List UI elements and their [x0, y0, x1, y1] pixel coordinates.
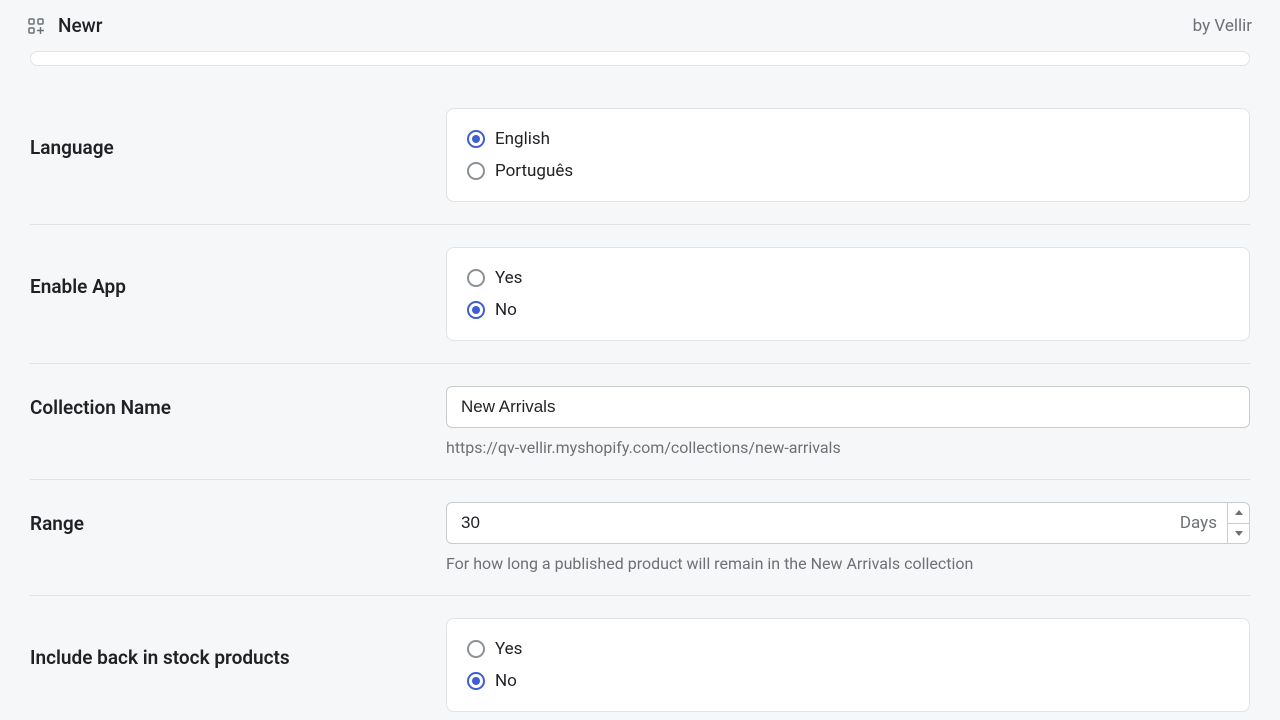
- radio-enable-yes[interactable]: Yes: [467, 268, 1229, 288]
- section-enable-app: Enable App Yes No: [30, 247, 1250, 341]
- radio-indicator-icon: [467, 672, 485, 690]
- stepper-up-button[interactable]: [1228, 503, 1249, 524]
- radio-label: No: [495, 300, 517, 320]
- section-back-in-stock: Include back in stock products Yes No: [30, 618, 1250, 712]
- radio-group-enable-app: Yes No: [467, 268, 1229, 320]
- divider: [30, 224, 1250, 225]
- previous-card-bottom: [30, 51, 1250, 66]
- card-enable-app: Yes No: [446, 247, 1250, 341]
- app-header: Newr by Vellir: [0, 0, 1280, 51]
- stepper-down-button[interactable]: [1228, 524, 1249, 544]
- section-label-enable-app: Enable App: [30, 247, 446, 298]
- app-byline: by Vellir: [1193, 16, 1252, 36]
- collection-url-text: https://qv-vellir.myshopify.com/collecti…: [446, 438, 1250, 457]
- radio-indicator-icon: [467, 130, 485, 148]
- section-range: Range Days For how long a published prod…: [30, 502, 1250, 573]
- radio-indicator-icon: [467, 269, 485, 287]
- range-stepper: [1227, 503, 1249, 543]
- app-title: Newr: [58, 14, 102, 37]
- range-suffix: Days: [1169, 503, 1227, 543]
- radio-label: Yes: [495, 639, 522, 659]
- section-label-collection-name: Collection Name: [30, 386, 446, 419]
- chevron-down-icon: [1235, 531, 1243, 536]
- content: Language English Português Enable App: [0, 51, 1280, 712]
- radio-label: English: [495, 129, 550, 149]
- radio-enable-no[interactable]: No: [467, 300, 1229, 320]
- card-back-in-stock: Yes No: [446, 618, 1250, 712]
- range-helper-text: For how long a published product will re…: [446, 554, 1250, 573]
- app-grid-icon: [28, 18, 44, 34]
- radio-indicator-icon: [467, 640, 485, 658]
- radio-language-portugues[interactable]: Português: [467, 161, 1229, 181]
- radio-indicator-icon: [467, 162, 485, 180]
- section-label-back-in-stock: Include back in stock products: [30, 618, 446, 669]
- range-input[interactable]: [447, 503, 1169, 543]
- range-input-wrap: Days: [446, 502, 1250, 544]
- section-collection-name: Collection Name https://qv-vellir.myshop…: [30, 386, 1250, 457]
- section-language: Language English Português: [30, 108, 1250, 202]
- radio-label: Yes: [495, 268, 522, 288]
- radio-group-back-in-stock: Yes No: [467, 639, 1229, 691]
- chevron-up-icon: [1235, 510, 1243, 515]
- radio-indicator-icon: [467, 301, 485, 319]
- radio-back-in-stock-yes[interactable]: Yes: [467, 639, 1229, 659]
- radio-language-english[interactable]: English: [467, 129, 1229, 149]
- radio-back-in-stock-no[interactable]: No: [467, 671, 1229, 691]
- collection-name-input[interactable]: [446, 386, 1250, 428]
- section-label-language: Language: [30, 108, 446, 159]
- header-left: Newr: [28, 14, 102, 37]
- radio-label: Português: [495, 161, 573, 181]
- radio-label: No: [495, 671, 517, 691]
- divider: [30, 595, 1250, 596]
- section-label-range: Range: [30, 502, 446, 535]
- divider: [30, 363, 1250, 364]
- divider: [30, 479, 1250, 480]
- radio-group-language: English Português: [467, 129, 1229, 181]
- card-language: English Português: [446, 108, 1250, 202]
